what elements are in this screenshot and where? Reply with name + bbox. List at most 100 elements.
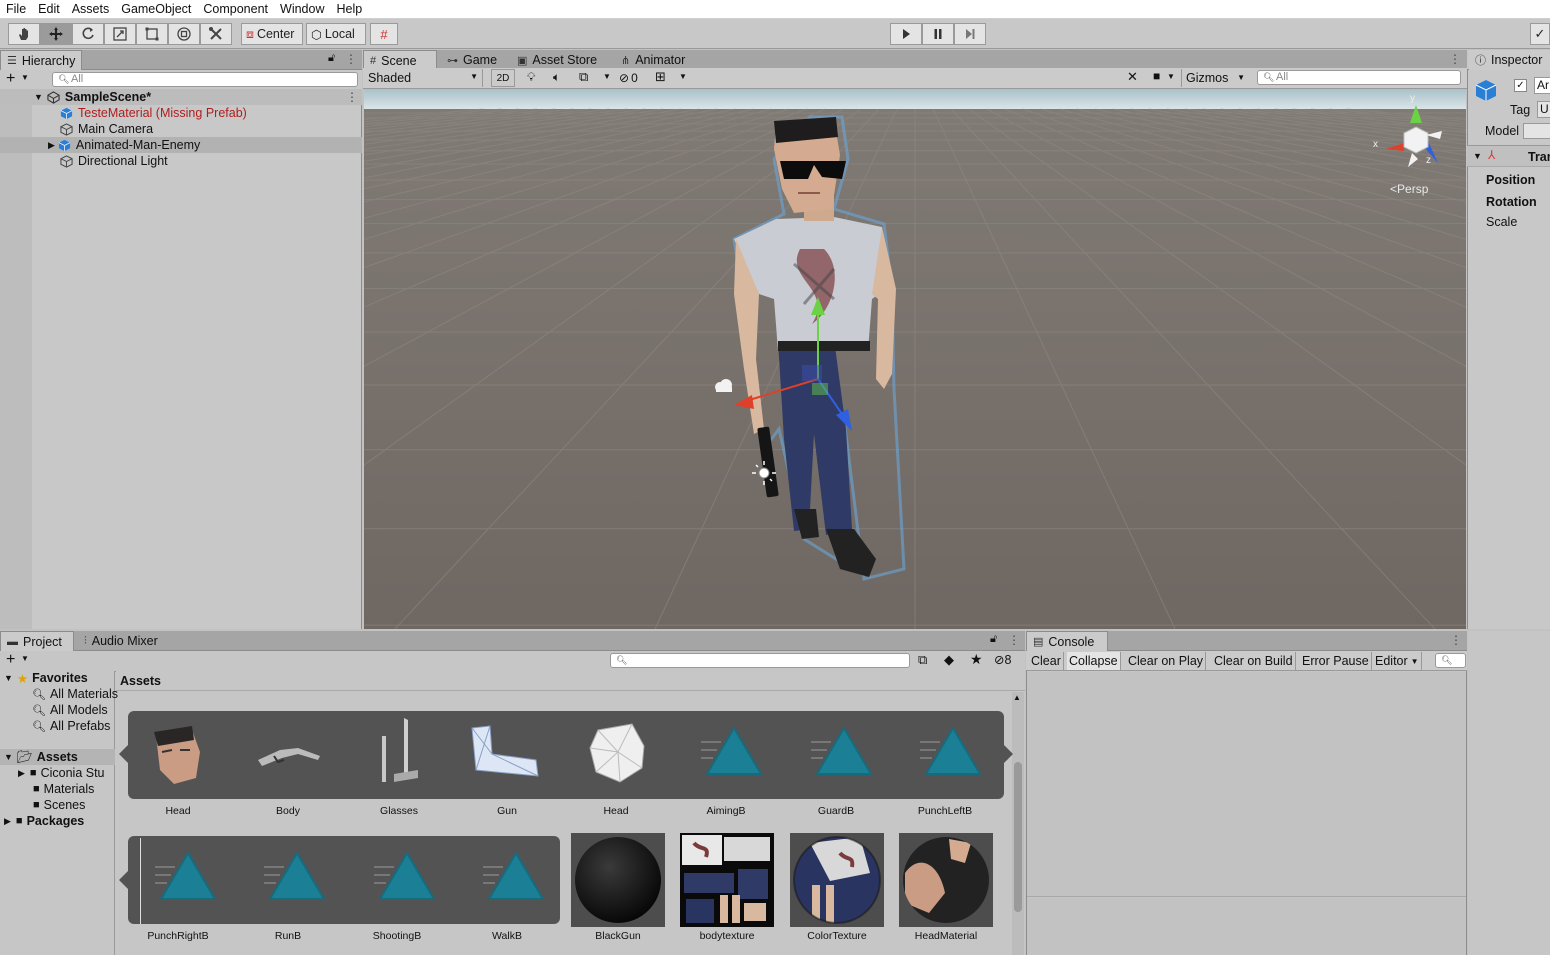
expand-arrow-icon[interactable]: ▼ [4, 673, 13, 683]
rect-tool-button[interactable] [136, 23, 168, 45]
lightbulb-icon[interactable]: 💡︎ [527, 70, 535, 85]
tab-inspector[interactable]: ⓘ Inspector [1469, 50, 1550, 70]
lock-icon[interactable]: 🔓︎ [328, 52, 335, 65]
projection-toggle[interactable]: <Persp [1390, 182, 1428, 196]
move-tool-button[interactable] [40, 23, 72, 45]
asset-label[interactable]: ColorTexture [787, 930, 887, 942]
breadcrumb-assets[interactable]: Assets [120, 674, 161, 688]
tools-settings-icon[interactable]: ✕ [1127, 69, 1138, 85]
effects-dropdown-icon[interactable]: ▼ [603, 72, 611, 81]
transform-header[interactable]: ▼ ⅄ Trar [1467, 145, 1550, 167]
project-search-input[interactable]: 🔍︎ [610, 653, 910, 668]
active-checkbox[interactable]: ✓ [1514, 79, 1527, 92]
gizmos-dropdown[interactable]: Gizmos ▼ [1181, 69, 1249, 87]
scroll-up-icon[interactable]: ▲ [1013, 693, 1021, 702]
tab-asset-store[interactable]: ▣ Asset Store [511, 50, 603, 70]
hierarchy-item-testematerial[interactable]: TesteMaterial (Missing Prefab) [60, 105, 247, 121]
play-button[interactable] [890, 23, 922, 45]
console-clear-on-build-button[interactable]: Clear on Build [1212, 652, 1296, 670]
camera-dropdown-icon[interactable]: ▼ [1167, 72, 1175, 81]
asset-label[interactable]: Body [238, 805, 338, 817]
assets-folder[interactable]: ▼ 📂︎ Assets [4, 749, 78, 765]
asset-label[interactable]: bodytexture [677, 930, 777, 942]
tab-game[interactable]: ⊶ Game [441, 50, 503, 70]
favorite-all-models[interactable]: 🔍︎ All Models [32, 702, 108, 718]
asset-label[interactable]: Head [566, 805, 666, 817]
expand-arrow-icon[interactable]: ▼ [34, 92, 43, 102]
tab-console[interactable]: ▤ Console [1026, 631, 1108, 651]
tab-hierarchy[interactable]: ☰ Hierarchy [0, 50, 82, 70]
kebab-menu-icon[interactable]: ⋮ [1008, 633, 1020, 647]
favorite-star-icon[interactable]: ★ [970, 651, 983, 668]
scene-root-row[interactable]: ▼ SampleScene* [34, 89, 151, 105]
console-search-input[interactable]: 🔍︎ [1435, 653, 1466, 668]
asset-scrollbar[interactable] [1012, 692, 1024, 955]
menu-file[interactable]: File [0, 0, 32, 18]
tab-animator[interactable]: ⋔ Animator [615, 50, 691, 70]
asset-label[interactable]: PunchRightB [128, 930, 228, 942]
collapse-arrow-icon[interactable]: ▶ [4, 816, 11, 827]
hierarchy-item-directional-light[interactable]: Directional Light [60, 153, 168, 169]
asset-label[interactable]: GuardB [786, 805, 886, 817]
menu-component[interactable]: Component [197, 0, 274, 18]
scene-viewport[interactable]: y x z <Persp [364, 89, 1466, 629]
menu-edit[interactable]: Edit [32, 0, 66, 18]
model-dropdown[interactable] [1523, 123, 1550, 139]
effects-icon[interactable]: ⧉ [579, 69, 588, 85]
menu-gameobject[interactable]: GameObject [115, 0, 197, 18]
animation-clip-icon[interactable] [372, 849, 442, 905]
create-plus-button[interactable]: + [6, 651, 15, 669]
folder-materials[interactable]: ■ Materials [33, 781, 94, 797]
asset-label[interactable]: Head [128, 805, 228, 817]
folder-ciconia[interactable]: ▶ ■ Ciconia Stu [18, 765, 105, 781]
bodytexture-thumbnail[interactable] [680, 833, 774, 927]
animation-clip-icon[interactable] [699, 724, 769, 780]
asset-label[interactable]: ShootingB [347, 930, 447, 942]
pause-button[interactable] [922, 23, 954, 45]
console-log-area[interactable] [1027, 672, 1466, 897]
collapse-model-arrow[interactable] [119, 745, 128, 763]
pivot-center-button[interactable]: ⧈ Center [241, 23, 303, 45]
animation-clip-icon[interactable] [153, 849, 223, 905]
console-clear-on-play-button[interactable]: Clear on Play [1126, 652, 1207, 670]
grid-toggle-icon[interactable]: ⊞ [655, 69, 666, 85]
hierarchy-item-main-camera[interactable]: Main Camera [60, 121, 153, 137]
asset-label[interactable]: Glasses [349, 805, 449, 817]
asset-label[interactable]: Gun [457, 805, 557, 817]
console-detail-area[interactable] [1027, 898, 1466, 955]
snap-button[interactable]: # [370, 23, 398, 45]
console-editor-dropdown[interactable]: Editor ▼ [1373, 652, 1422, 670]
create-plus-button[interactable]: + [6, 70, 15, 88]
collapse-arrow-icon[interactable]: ▶ [18, 768, 25, 779]
asset-label[interactable]: PunchLeftB [895, 805, 995, 817]
folder-scenes[interactable]: ■ Scenes [33, 797, 85, 813]
favorite-all-materials[interactable]: 🔍︎ All Materials [32, 686, 118, 702]
asset-label[interactable]: BlackGun [568, 930, 668, 942]
tab-audio-mixer[interactable]: ⫶ Audio Mixer [78, 631, 164, 651]
tab-project[interactable]: ▬ Project [0, 631, 74, 651]
animation-clip-icon[interactable] [481, 849, 551, 905]
animation-clip-icon[interactable] [918, 724, 988, 780]
hand-tool-button[interactable] [8, 23, 40, 45]
favorites-folder[interactable]: ▼ ★ Favorites [4, 670, 88, 686]
menu-help[interactable]: Help [330, 0, 368, 18]
account-button[interactable]: ✓ [1530, 23, 1550, 45]
toggle-2d-button[interactable]: 2D [491, 69, 515, 87]
grid-dropdown-icon[interactable]: ▼ [679, 72, 687, 81]
scene-kebab-icon[interactable]: ⋮ [1449, 52, 1461, 66]
menu-assets[interactable]: Assets [66, 0, 116, 18]
rotate-tool-button[interactable] [72, 23, 104, 45]
hierarchy-search-input[interactable]: 🔍︎ All [52, 72, 358, 87]
asset-label[interactable]: WalkB [457, 930, 557, 942]
console-error-pause-button[interactable]: Error Pause [1300, 652, 1372, 670]
console-clear-button[interactable]: Clear [1029, 652, 1064, 670]
dropdown-arrow-icon[interactable]: ▼ [21, 73, 29, 82]
headmaterial-thumbnail[interactable] [899, 833, 993, 927]
transform-tool-button[interactable] [168, 23, 200, 45]
asset-label[interactable]: RunB [238, 930, 338, 942]
hidden-objects-toggle[interactable]: ⊘ 0 [619, 69, 649, 87]
scale-tool-button[interactable] [104, 23, 136, 45]
lock-icon[interactable]: 🔓︎ [990, 633, 997, 646]
kebab-menu-icon[interactable]: ⋮ [1450, 633, 1462, 647]
kebab-menu-icon[interactable]: ⋮ [345, 52, 357, 66]
